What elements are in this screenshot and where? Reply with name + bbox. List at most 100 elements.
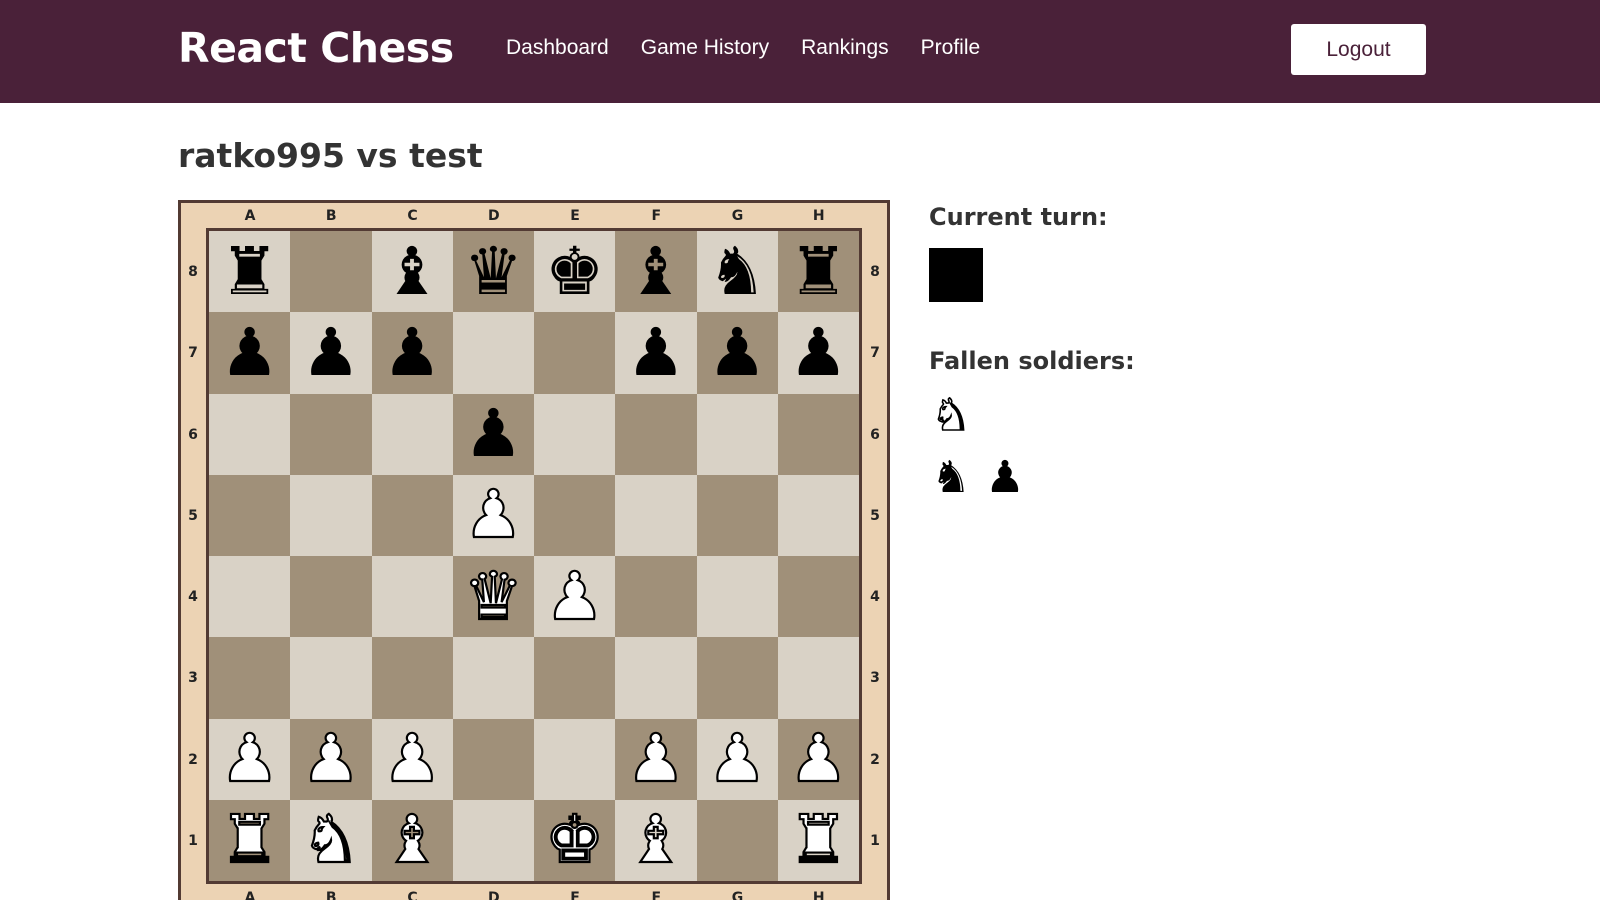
white-pawn-piece[interactable]: ♟ bbox=[300, 725, 361, 793]
white-pawn-piece[interactable]: ♟ bbox=[706, 725, 767, 793]
square-c4[interactable] bbox=[371, 556, 453, 638]
square-b7[interactable]: ♟ bbox=[290, 312, 372, 394]
white-pawn-piece[interactable]: ♟ bbox=[463, 481, 524, 549]
black-pawn-piece[interactable]: ♟ bbox=[383, 319, 442, 386]
square-a2[interactable]: ♟ bbox=[209, 718, 291, 800]
square-e2[interactable] bbox=[534, 718, 616, 800]
black-bishop-piece[interactable]: ♝ bbox=[626, 238, 685, 305]
logout-button[interactable]: Logout bbox=[1291, 24, 1426, 75]
square-f1[interactable]: ♝ bbox=[615, 799, 697, 881]
white-pawn-piece[interactable]: ♟ bbox=[219, 725, 280, 793]
square-f6[interactable] bbox=[615, 393, 697, 475]
square-d4[interactable]: ♛ bbox=[452, 556, 534, 638]
square-d1[interactable] bbox=[452, 799, 534, 881]
square-e7[interactable] bbox=[534, 312, 616, 394]
square-e6[interactable] bbox=[534, 393, 616, 475]
square-a4[interactable] bbox=[209, 556, 291, 638]
black-pawn-piece[interactable]: ♟ bbox=[626, 319, 685, 386]
white-rook-piece[interactable]: ♜ bbox=[788, 806, 849, 874]
black-king-piece[interactable]: ♚ bbox=[545, 238, 604, 305]
square-g3[interactable] bbox=[696, 637, 778, 719]
black-rook-piece[interactable]: ♜ bbox=[220, 238, 279, 305]
white-king-piece[interactable]: ♚ bbox=[544, 806, 605, 874]
square-a3[interactable] bbox=[209, 637, 291, 719]
square-d8[interactable]: ♛ bbox=[452, 231, 534, 313]
square-g1[interactable] bbox=[696, 799, 778, 881]
square-e1[interactable]: ♚ bbox=[534, 799, 616, 881]
black-bishop-piece[interactable]: ♝ bbox=[383, 238, 442, 305]
nav-game-history[interactable]: Game History bbox=[641, 34, 769, 62]
square-b1[interactable]: ♞ bbox=[290, 799, 372, 881]
brand-logo[interactable]: React Chess bbox=[178, 22, 454, 74]
white-bishop-piece[interactable]: ♝ bbox=[625, 806, 686, 874]
square-f3[interactable] bbox=[615, 637, 697, 719]
black-queen-piece[interactable]: ♛ bbox=[464, 238, 523, 305]
white-queen-piece[interactable]: ♛ bbox=[463, 562, 524, 630]
square-f2[interactable]: ♟ bbox=[615, 718, 697, 800]
square-f7[interactable]: ♟ bbox=[615, 312, 697, 394]
black-pawn-piece[interactable]: ♟ bbox=[789, 319, 848, 386]
square-c2[interactable]: ♟ bbox=[371, 718, 453, 800]
nav-rankings[interactable]: Rankings bbox=[801, 34, 889, 62]
square-c7[interactable]: ♟ bbox=[371, 312, 453, 394]
square-d5[interactable]: ♟ bbox=[452, 474, 534, 556]
square-a8[interactable]: ♜ bbox=[209, 231, 291, 313]
black-knight-piece[interactable]: ♞ bbox=[708, 238, 767, 305]
square-g7[interactable]: ♟ bbox=[696, 312, 778, 394]
black-pawn-piece[interactable]: ♟ bbox=[301, 319, 360, 386]
square-h1[interactable]: ♜ bbox=[777, 799, 859, 881]
square-f5[interactable] bbox=[615, 474, 697, 556]
square-e4[interactable]: ♟ bbox=[534, 556, 616, 638]
white-pawn-piece[interactable]: ♟ bbox=[788, 725, 849, 793]
square-f8[interactable]: ♝ bbox=[615, 231, 697, 313]
square-e8[interactable]: ♚ bbox=[534, 231, 616, 313]
white-knight-piece[interactable]: ♞ bbox=[300, 806, 361, 874]
square-e5[interactable] bbox=[534, 474, 616, 556]
square-g5[interactable] bbox=[696, 474, 778, 556]
square-b4[interactable] bbox=[290, 556, 372, 638]
square-a6[interactable] bbox=[209, 393, 291, 475]
square-b8[interactable] bbox=[290, 231, 372, 313]
square-a7[interactable]: ♟ bbox=[209, 312, 291, 394]
black-pawn-piece[interactable]: ♟ bbox=[708, 319, 767, 386]
square-a5[interactable] bbox=[209, 474, 291, 556]
square-h5[interactable] bbox=[777, 474, 859, 556]
square-b6[interactable] bbox=[290, 393, 372, 475]
current-turn-indicator bbox=[929, 248, 983, 302]
white-pawn-piece[interactable]: ♟ bbox=[625, 725, 686, 793]
black-rook-piece[interactable]: ♜ bbox=[789, 238, 848, 305]
square-h2[interactable]: ♟ bbox=[777, 718, 859, 800]
white-pawn-piece[interactable]: ♟ bbox=[381, 725, 442, 793]
square-b3[interactable] bbox=[290, 637, 372, 719]
white-bishop-piece[interactable]: ♝ bbox=[381, 806, 442, 874]
white-rook-piece[interactable]: ♜ bbox=[219, 806, 280, 874]
square-b2[interactable]: ♟ bbox=[290, 718, 372, 800]
square-h8[interactable]: ♜ bbox=[777, 231, 859, 313]
square-h4[interactable] bbox=[777, 556, 859, 638]
square-g2[interactable]: ♟ bbox=[696, 718, 778, 800]
square-g6[interactable] bbox=[696, 393, 778, 475]
square-h3[interactable] bbox=[777, 637, 859, 719]
square-h7[interactable]: ♟ bbox=[777, 312, 859, 394]
square-c5[interactable] bbox=[371, 474, 453, 556]
nav-profile[interactable]: Profile bbox=[921, 34, 981, 62]
square-d7[interactable] bbox=[452, 312, 534, 394]
black-pawn-piece[interactable]: ♟ bbox=[464, 401, 523, 467]
black-pawn-piece[interactable]: ♟ bbox=[220, 319, 279, 386]
square-f4[interactable] bbox=[615, 556, 697, 638]
square-d3[interactable] bbox=[452, 637, 534, 719]
square-c3[interactable] bbox=[371, 637, 453, 719]
square-c8[interactable]: ♝ bbox=[371, 231, 453, 313]
square-b5[interactable] bbox=[290, 474, 372, 556]
square-c1[interactable]: ♝ bbox=[371, 799, 453, 881]
nav-dashboard[interactable]: Dashboard bbox=[506, 34, 609, 62]
square-a1[interactable]: ♜ bbox=[209, 799, 291, 881]
square-g8[interactable]: ♞ bbox=[696, 231, 778, 313]
square-g4[interactable] bbox=[696, 556, 778, 638]
square-d6[interactable]: ♟ bbox=[452, 393, 534, 475]
square-e3[interactable] bbox=[534, 637, 616, 719]
square-h6[interactable] bbox=[777, 393, 859, 475]
square-d2[interactable] bbox=[452, 718, 534, 800]
square-c6[interactable] bbox=[371, 393, 453, 475]
white-pawn-piece[interactable]: ♟ bbox=[544, 562, 605, 630]
